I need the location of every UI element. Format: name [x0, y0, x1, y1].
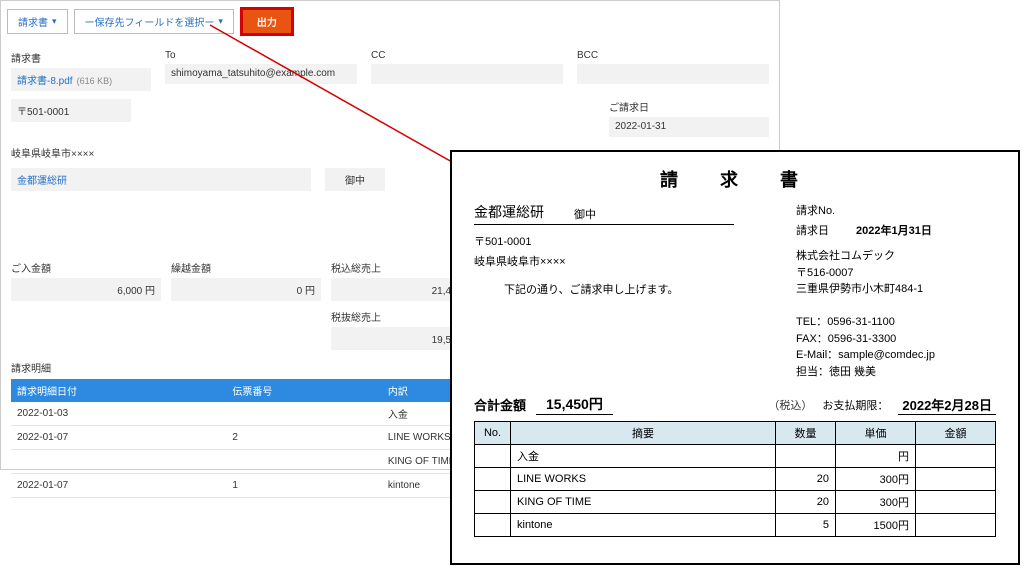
inv-cpostal: 〒516-0007 — [796, 265, 996, 282]
cc-field[interactable] — [371, 64, 563, 84]
inv-postal: 〒501-0001 — [474, 233, 796, 249]
savefield-select-label: ー保存先フィールドを選択ー — [85, 14, 215, 29]
carryover-label: 繰越金額 — [171, 260, 321, 275]
ith-no: No. — [475, 422, 511, 445]
invoice-table: No. 摘要 数量 単価 金額 入金円LINE WORKS20300円KING … — [474, 421, 996, 537]
table-row: kintone51500円 — [475, 514, 996, 537]
client-field[interactable]: 金都運総研 — [11, 168, 311, 191]
inv-honor: 御中 — [574, 206, 596, 222]
output-button[interactable]: 出力 — [240, 7, 294, 36]
tel-l: TEL： — [796, 316, 827, 328]
inv-address: 岐阜県岐阜市×××× — [474, 253, 796, 269]
carryover-val: 0 円 — [171, 278, 321, 301]
to-label: To — [165, 50, 357, 61]
fax-l: FAX： — [796, 333, 828, 345]
to-field[interactable]: shimoyama_tatsuhito@example.com — [165, 64, 357, 84]
ith-qty: 数量 — [776, 422, 836, 445]
th-slip: 伝票番号 — [226, 379, 382, 402]
due-label: お支払期限： — [822, 397, 888, 413]
ith-amt: 金額 — [916, 422, 996, 445]
tax-note: （税込） — [768, 397, 812, 413]
deposit-val: 6,000 円 — [11, 278, 161, 301]
table-row: LINE WORKS20300円 — [475, 468, 996, 491]
inv-caddr: 三重県伊勢市小木町484-1 — [796, 281, 996, 298]
inv-date-label: 請求日 — [796, 222, 856, 238]
invoice-preview: 請 求 書 金都運総研 御中 〒501-0001 岐阜県岐阜市×××× 下記の通… — [450, 150, 1020, 565]
deposit-label: ご入金額 — [11, 260, 161, 275]
template-select[interactable]: 請求書 ▾ — [7, 9, 68, 34]
file-size: (616 KB) — [77, 76, 113, 86]
inv-memo: 下記の通り、ご請求申し上げます。 — [504, 281, 796, 297]
total-val: 15,450円 — [536, 394, 613, 415]
invoice-date-field[interactable]: 2022-01-31 — [609, 117, 769, 137]
ith-unit: 単価 — [836, 422, 916, 445]
ith-desc: 摘要 — [511, 422, 776, 445]
cc-label: CC — [371, 50, 563, 61]
bcc-field[interactable] — [577, 64, 769, 84]
rep: 徳田 幾美 — [829, 366, 876, 378]
table-row: KING OF TIME20300円 — [475, 491, 996, 514]
file-name: 請求書-8.pdf — [17, 76, 73, 87]
bcc-label: BCC — [577, 50, 769, 61]
mail-l: E-Mail： — [796, 349, 838, 361]
table-row: 入金円 — [475, 445, 996, 468]
inv-company: 株式会社コムデック — [796, 248, 996, 265]
invoice-label: 請求書 — [11, 50, 151, 65]
invoice-file[interactable]: 請求書-8.pdf (616 KB) — [11, 68, 151, 91]
savefield-select[interactable]: ー保存先フィールドを選択ー▾ — [74, 9, 234, 34]
total-label: 合計金額 — [474, 395, 526, 414]
inv-no-label: 請求No. — [796, 202, 856, 218]
inv-date-val: 2022年1月31日 — [856, 222, 996, 238]
tel: 0596-31-1100 — [827, 316, 895, 328]
inv-client: 金都運総研 — [474, 202, 544, 222]
postal-field[interactable]: 〒501-0001 — [11, 99, 131, 122]
honor-field[interactable]: 御中 — [325, 168, 385, 191]
invoice-date-label: ご請求日 — [609, 99, 769, 114]
invoice-title: 請 求 書 — [474, 166, 996, 192]
chevron-down-icon: ▾ — [218, 16, 223, 27]
chevron-down-icon: ▾ — [52, 16, 57, 27]
rep-l: 担当： — [796, 366, 829, 378]
output-button-label: 出力 — [257, 14, 277, 29]
fax: 0596-31-3300 — [828, 333, 897, 345]
th-date: 請求明細日付 — [11, 379, 226, 402]
address-text: 岐阜県岐阜市×××× — [11, 149, 94, 160]
template-select-label: 請求書 — [18, 14, 48, 29]
toolbar: 請求書▾ ー保存先フィールドを選択ー▾ 出力 — [1, 1, 779, 42]
due-val: 2022年2月28日 — [898, 395, 996, 415]
mail: sample@comdec.jp — [838, 349, 935, 361]
